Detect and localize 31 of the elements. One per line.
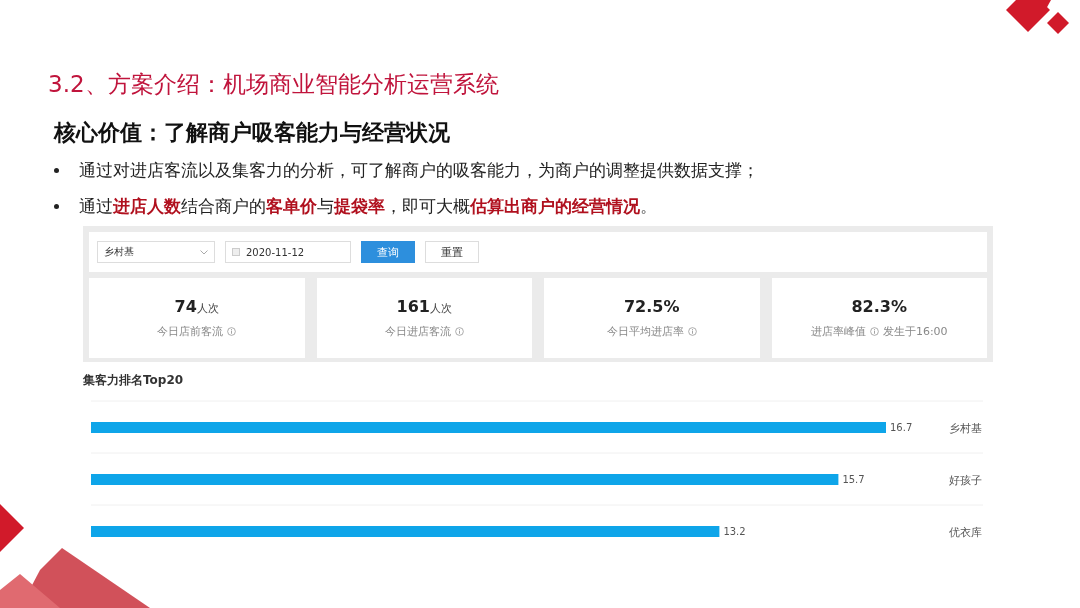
value-label: 15.7 bbox=[842, 474, 865, 485]
slide-title: 3.2、方案介绍：机场商业智能分析运营系统 bbox=[48, 70, 500, 99]
chevron-icon bbox=[200, 249, 208, 255]
stat-value: 161人次 bbox=[396, 297, 452, 316]
chart-title: 集客力排名Top20 bbox=[83, 372, 185, 389]
slide-heading: 核心价值：了解商户吸客能力与经营状况 bbox=[54, 119, 451, 147]
category-label: 乡村基 bbox=[949, 422, 982, 435]
stat-label: 今日进店客流 bbox=[384, 324, 451, 339]
stat-note: 发生于16:00 bbox=[882, 324, 948, 339]
stat-label: 进店率峰值 bbox=[810, 324, 866, 339]
date-field[interactable]: 2020-11-12 bbox=[225, 241, 351, 263]
reset-button[interactable]: 重置 bbox=[425, 241, 479, 263]
stat-label: 今日平均进店率 bbox=[606, 324, 684, 339]
value-label: 16.7 bbox=[890, 422, 913, 433]
calendar-icon bbox=[232, 248, 240, 256]
value-label: 13.2 bbox=[723, 526, 746, 537]
stat-value: 82.3% bbox=[851, 297, 907, 316]
store-select[interactable]: 乡村基 bbox=[97, 241, 215, 263]
stat-value: 74人次 bbox=[174, 297, 219, 316]
stat-label: 今日店前客流 bbox=[157, 324, 224, 339]
bullet-icon bbox=[54, 203, 59, 209]
category-label: 优衣库 bbox=[949, 526, 982, 539]
category-label: 好孩子 bbox=[949, 474, 982, 487]
info-icon bbox=[454, 327, 464, 336]
bullet-text: 通过进店人数结合商户的客单价与提袋率，即可大概估算出商户的经营情况。 bbox=[79, 195, 657, 218]
bullet-icon bbox=[54, 167, 59, 173]
info-icon bbox=[687, 327, 697, 336]
info-icon bbox=[227, 327, 237, 336]
stat-value: 72.5% bbox=[624, 297, 680, 316]
bullet-text: 通过对进店客流以及集客力的分析，可了解商户的吸客能力，为商户的调整提供数据支撑； bbox=[79, 159, 759, 182]
info-icon bbox=[869, 327, 879, 336]
